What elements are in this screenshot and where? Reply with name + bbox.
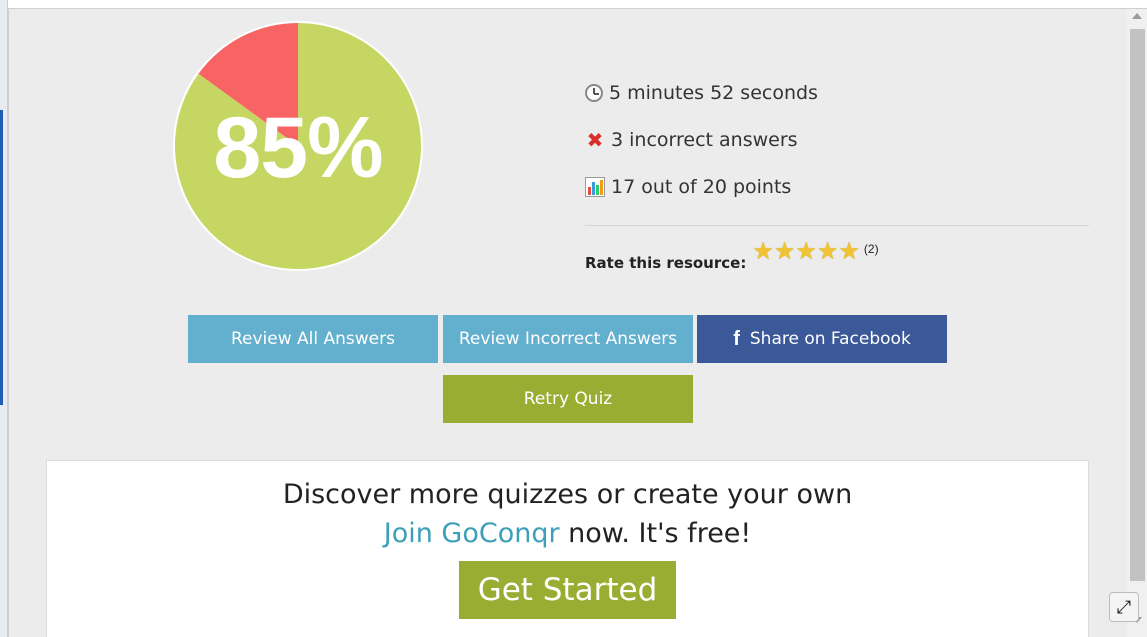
stat-points: 17 out of 20 points — [585, 163, 1089, 210]
clock-icon — [585, 83, 603, 102]
share-on-facebook-button[interactable]: f Share on Facebook — [697, 315, 947, 363]
review-incorrect-answers-button[interactable]: Review Incorrect Answers — [443, 315, 693, 363]
expand-icon: ⤢ — [1116, 596, 1132, 617]
rating-stars[interactable]: ★ ★ ★ ★ ★ — [752, 240, 860, 264]
get-started-label: Get Started — [477, 572, 658, 608]
stat-incorrect-text: 3 incorrect answers — [611, 128, 798, 151]
promo-subheading: Join GoConqr now. It's free! — [47, 518, 1088, 549]
stat-points-text: 17 out of 20 points — [611, 175, 792, 198]
score-pie-chart: 85% — [171, 19, 425, 273]
star-icon[interactable]: ★ — [838, 240, 860, 264]
score-percent-label: 85% — [213, 99, 383, 196]
retry-quiz-label: Retry Quiz — [523, 389, 613, 409]
quiz-results-modal: 85% 5 minutes 52 seconds ✖ 3 incorrect a… — [8, 8, 1147, 637]
background-page-accent — [0, 110, 3, 405]
stats-divider — [585, 225, 1089, 226]
get-started-button[interactable]: Get Started — [459, 561, 676, 619]
result-stats: 5 minutes 52 seconds ✖ 3 incorrect answe… — [585, 69, 1089, 272]
x-icon: ✖ — [586, 127, 604, 152]
facebook-icon: f — [733, 327, 740, 350]
promo-heading: Discover more quizzes or create your own — [282, 479, 853, 510]
stat-time-text: 5 minutes 52 seconds — [609, 81, 818, 104]
review-all-answers-button[interactable]: Review All Answers — [188, 315, 438, 363]
star-icon[interactable]: ★ — [752, 240, 774, 264]
promo-subheading-rest: now. It's free! — [559, 518, 752, 549]
expand-fullscreen-button[interactable]: ⤢ — [1109, 592, 1139, 622]
rating-count: (2) — [863, 242, 879, 256]
share-on-facebook-label: Share on Facebook — [749, 329, 911, 349]
star-icon[interactable]: ★ — [774, 240, 796, 264]
stat-time: 5 minutes 52 seconds — [585, 69, 1089, 116]
signup-promo: Discover more quizzes or create your own… — [46, 460, 1089, 637]
join-goconqr-link[interactable]: Join GoConqr — [384, 518, 560, 549]
stat-incorrect: ✖ 3 incorrect answers — [585, 116, 1089, 163]
scrollbar-thumb[interactable] — [1130, 29, 1145, 581]
star-icon[interactable]: ★ — [795, 240, 817, 264]
retry-quiz-button[interactable]: Retry Quiz — [443, 375, 693, 423]
bar-chart-icon — [585, 176, 605, 197]
vertical-scrollbar[interactable] — [1127, 9, 1147, 637]
rating-row: Rate this resource: ★ ★ ★ ★ ★ (2) — [585, 240, 1089, 273]
review-all-answers-label: Review All Answers — [230, 329, 395, 349]
scroll-up-arrow-icon[interactable] — [1132, 13, 1142, 19]
star-icon[interactable]: ★ — [817, 240, 839, 264]
rating-label: Rate this resource: — [585, 254, 747, 272]
review-incorrect-answers-label: Review Incorrect Answers — [458, 329, 678, 349]
